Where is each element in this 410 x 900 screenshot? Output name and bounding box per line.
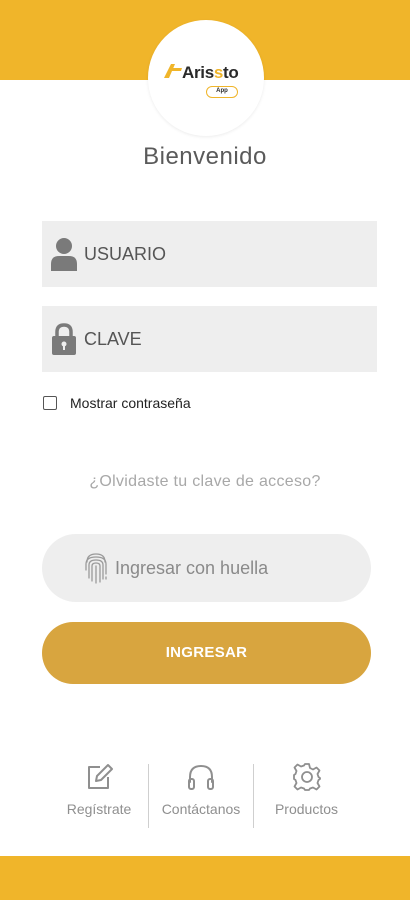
headphones-icon (188, 764, 214, 790)
show-password-checkbox[interactable] (43, 396, 57, 410)
nav-register-label: Regístrate (66, 801, 132, 817)
nav-divider (148, 764, 149, 828)
fingerprint-login-label: Ingresar con huella (115, 558, 269, 578)
nav-item-products[interactable]: Productos (255, 762, 358, 828)
show-password-label: Mostrar contraseña (70, 395, 191, 411)
nav-divider (253, 764, 254, 828)
logo-badge: App (206, 86, 238, 98)
bottom-navigation: Regístrate Contáctanos Productos (42, 762, 362, 828)
logo-mark-icon (164, 64, 182, 78)
gear-icon (292, 763, 321, 791)
edit-icon (88, 764, 113, 789)
app-logo: Arissto App (148, 20, 264, 136)
fingerprint-login-button[interactable]: Ingresar con huella (42, 534, 371, 602)
nav-products-label: Productos (274, 801, 339, 817)
bottom-footer-band (0, 856, 410, 900)
forgot-password-link[interactable]: ¿Olvidaste tu clave de acceso? (0, 473, 410, 491)
lock-icon (52, 323, 76, 355)
nav-item-register[interactable]: Regístrate (50, 762, 148, 828)
password-input[interactable] (84, 306, 369, 372)
username-field (42, 221, 377, 287)
nav-contact-label: Contáctanos (161, 801, 241, 817)
nav-item-contact[interactable]: Contáctanos (150, 762, 252, 828)
user-icon (51, 238, 77, 271)
page-title: Bienvenido (143, 143, 267, 170)
logo-text: Arissto (182, 63, 239, 82)
show-password-toggle[interactable]: Mostrar contraseña (43, 393, 191, 413)
password-field (42, 306, 377, 372)
username-input[interactable] (84, 221, 369, 287)
fingerprint-icon (85, 553, 107, 584)
login-submit-button[interactable]: INGRESAR (42, 622, 371, 684)
